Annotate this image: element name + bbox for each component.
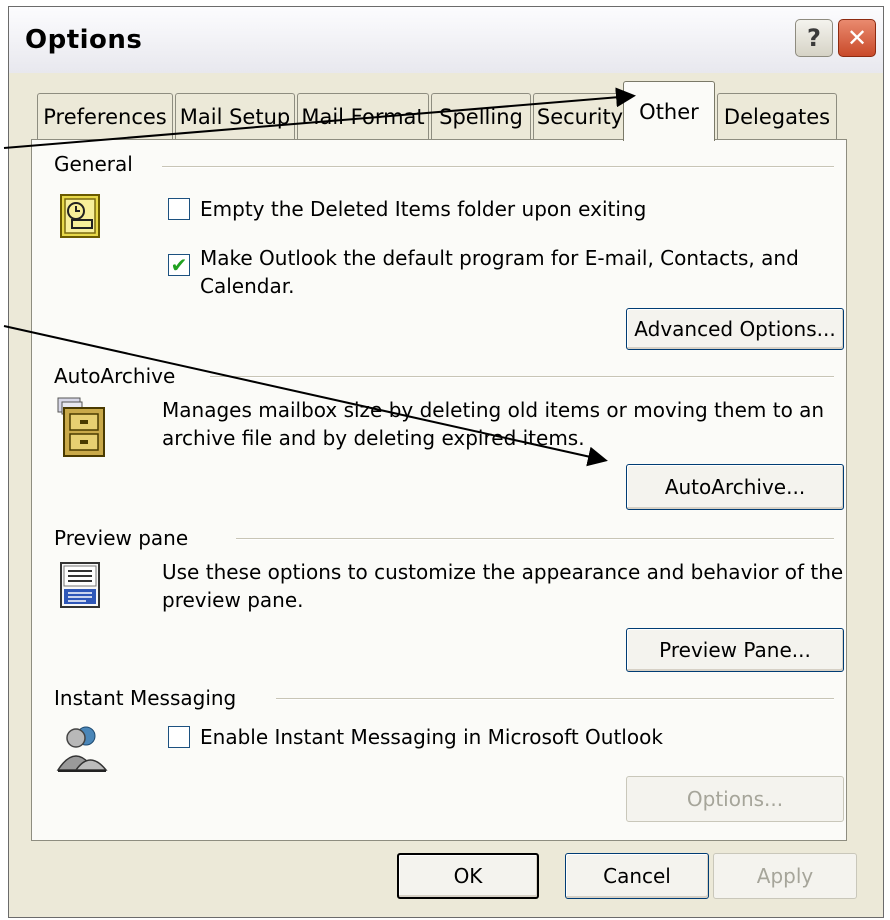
tab-other[interactable]: Other — [623, 81, 715, 141]
help-button[interactable]: ? — [795, 19, 833, 57]
section-general-label: General — [54, 152, 133, 176]
autoarchive-description: Manages mailbox size by deleting old ite… — [162, 396, 824, 452]
section-divider — [276, 698, 834, 700]
section-divider — [210, 376, 834, 378]
tab-spelling[interactable]: Spelling — [431, 93, 531, 139]
default-program-line2: Calendar. — [200, 274, 295, 298]
options-dialog: Options ? ✕ Preferences Mail Setup Mail … — [8, 6, 884, 918]
im-options-button[interactable]: Options... — [626, 776, 844, 822]
section-preview-pane-label: Preview pane — [54, 526, 189, 550]
empty-deleted-checkbox[interactable] — [168, 198, 190, 220]
tab-label: Security — [536, 104, 624, 129]
default-program-checkbox[interactable]: ✔ — [168, 254, 190, 276]
tab-label: Delegates — [723, 104, 831, 129]
default-program-line1: Make Outlook the default program for E-m… — [200, 246, 799, 270]
default-program-label: Make Outlook the default program for E-m… — [200, 244, 799, 300]
preview-pane-icon — [60, 562, 100, 608]
title-bar[interactable]: Options ? ✕ — [9, 7, 883, 73]
tab-label: Spelling — [439, 104, 523, 129]
section-autoarchive-label: AutoArchive — [54, 364, 176, 388]
tab-mail-format[interactable]: Mail Format — [297, 93, 429, 139]
tab-label: Mail Format — [301, 104, 425, 129]
section-instant-messaging-label: Instant Messaging — [54, 686, 237, 710]
enable-im-checkbox[interactable] — [168, 726, 190, 748]
section-divider — [162, 166, 834, 168]
autoarchive-line1: Manages mailbox size by deleting old ite… — [162, 398, 825, 422]
enable-im-label: Enable Instant Messaging in Microsoft Ou… — [200, 725, 663, 749]
checkmark-icon: ✔ — [170, 253, 188, 277]
ok-button[interactable]: OK — [397, 853, 539, 899]
advanced-options-button[interactable]: Advanced Options... — [626, 308, 844, 350]
cancel-button[interactable]: Cancel — [565, 853, 709, 899]
preview-line2: preview pane. — [162, 588, 304, 612]
autoarchive-button[interactable]: AutoArchive... — [626, 464, 844, 510]
tab-delegates[interactable]: Delegates — [717, 93, 837, 139]
tab-mail-setup[interactable]: Mail Setup — [175, 93, 295, 139]
tab-label: Mail Setup — [179, 104, 291, 129]
outlook-options-icon — [60, 194, 100, 238]
close-icon: ✕ — [846, 24, 868, 52]
close-button[interactable]: ✕ — [838, 19, 876, 57]
section-divider — [236, 538, 834, 540]
tab-security[interactable]: Security — [533, 93, 627, 139]
tab-panel-other: General Empty the Deleted Items folder u… — [31, 139, 847, 841]
empty-deleted-label: Empty the Deleted Items folder upon exit… — [200, 197, 647, 221]
filing-cabinet-icon — [57, 397, 105, 457]
preview-line1: Use these options to customize the appea… — [162, 560, 844, 584]
tab-label: Other — [639, 99, 699, 124]
apply-button[interactable]: Apply — [713, 853, 857, 899]
autoarchive-line2: archive file and by deleting expired ite… — [162, 426, 585, 450]
preview-pane-button[interactable]: Preview Pane... — [626, 628, 844, 672]
tab-label: Preferences — [43, 104, 167, 129]
preview-pane-description: Use these options to customize the appea… — [162, 558, 843, 614]
help-icon: ? — [807, 24, 821, 52]
tab-preferences[interactable]: Preferences — [37, 93, 173, 139]
users-icon — [56, 726, 108, 772]
window-title: Options — [25, 25, 143, 55]
